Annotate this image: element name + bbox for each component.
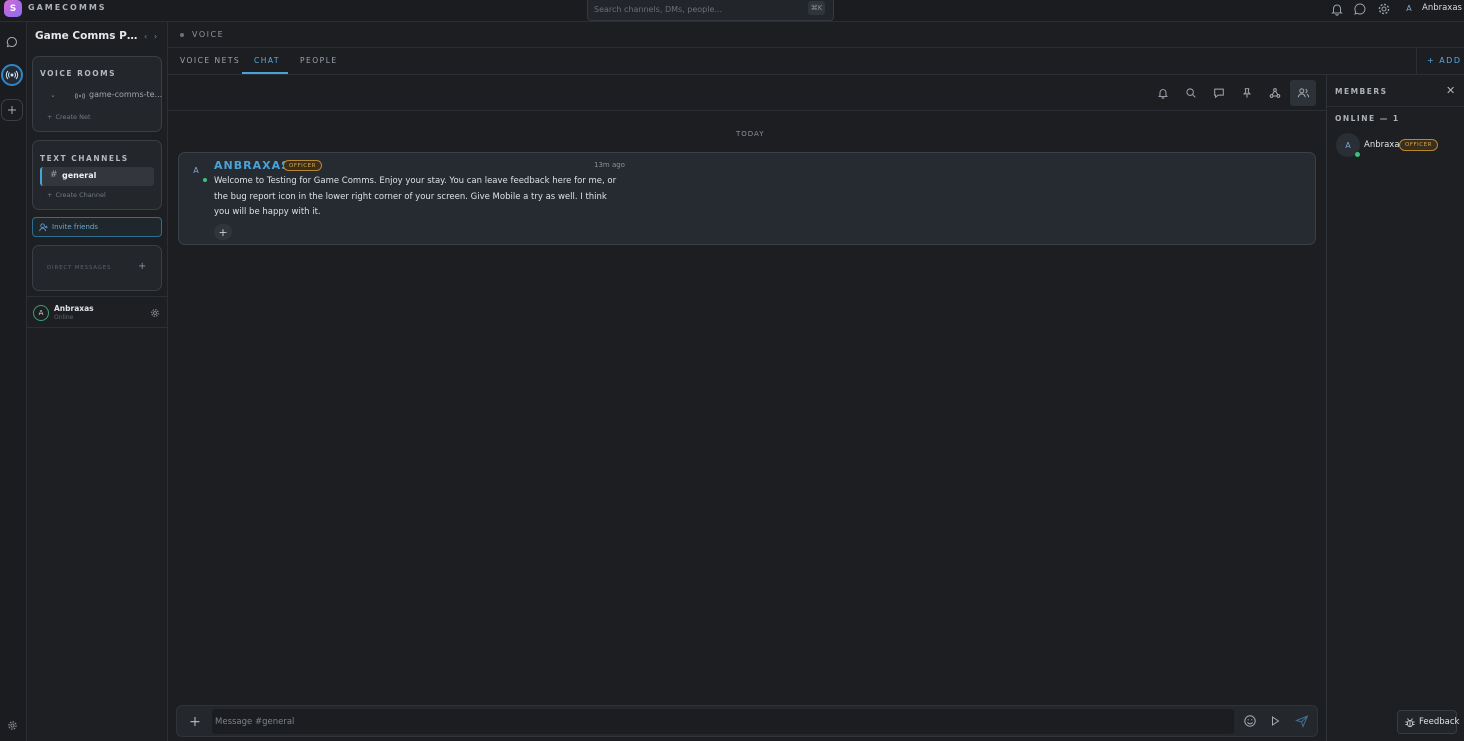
chevron-down-icon[interactable]: ⌄ <box>50 91 56 99</box>
feedback-label: Feedback <box>1419 717 1460 727</box>
app-logo[interactable]: S <box>4 0 22 17</box>
voice-rooms-panel: VOICE ROOMS ⌄ game-comms-te... + Create N… <box>32 56 162 132</box>
tab-bar: VOICE NETS CHAT PEOPLE + ADD <box>168 48 1464 75</box>
breadcrumb: VOICE <box>168 22 1464 48</box>
search-shortcut: ⌘K <box>808 1 825 15</box>
online-heading: ONLINE — 1 <box>1335 114 1400 123</box>
global-search[interactable]: ⌘K <box>587 0 834 21</box>
create-channel-button[interactable]: + Create Channel <box>47 191 106 199</box>
officer-badge: OFFICER <box>283 160 322 171</box>
message-avatar[interactable]: A <box>187 161 205 179</box>
members-panel: MEMBERS ✕ ONLINE — 1 A Anbraxas OFFICER <box>1326 75 1464 741</box>
divider <box>1327 106 1464 107</box>
chevron-left-icon[interactable]: ‹ <box>144 32 147 41</box>
rail-settings-gear-icon[interactable] <box>1 714 23 736</box>
voice-dot-icon <box>180 33 184 37</box>
channel-label: general <box>62 171 97 180</box>
date-divider: TODAY <box>736 130 765 138</box>
self-name: Anbraxas <box>54 304 94 313</box>
tab-voice-nets[interactable]: VOICE NETS <box>180 56 240 65</box>
add-dm-plus-icon[interactable]: + <box>138 261 146 272</box>
notifications-bell-icon[interactable] <box>1150 80 1176 106</box>
user-name[interactable]: Anbraxas <box>1422 3 1462 13</box>
message-author[interactable]: ANBRAXAS <box>214 159 290 172</box>
server-name[interactable]: Game Comms Public... <box>35 30 141 42</box>
user-panel: A Anbraxas Online <box>27 296 168 328</box>
add-server-icon[interactable] <box>1 99 23 121</box>
server-rail <box>0 22 27 741</box>
pin-icon[interactable] <box>1234 80 1260 106</box>
channel-item-general[interactable]: # general <box>40 167 154 186</box>
search-input[interactable] <box>594 2 794 17</box>
voice-room-item[interactable]: game-comms-te... <box>89 90 169 99</box>
user-avatar[interactable]: A <box>1402 1 1416 15</box>
message-composer: + <box>176 705 1318 737</box>
bell-icon[interactable] <box>1330 2 1344 16</box>
direct-messages-heading: DIRECT MESSAGES <box>47 265 112 271</box>
message-card: A ANBRAXAS OFFICER 13m ago Welcome to Te… <box>178 152 1316 245</box>
chevron-right-icon[interactable]: › <box>154 32 157 41</box>
emoji-icon[interactable] <box>1243 714 1257 728</box>
online-status-dot <box>203 178 207 182</box>
play-icon[interactable] <box>1268 714 1282 728</box>
message-timestamp: 13m ago <box>594 161 625 169</box>
close-icon[interactable]: ✕ <box>1446 84 1455 97</box>
tab-people[interactable]: PEOPLE <box>300 56 338 65</box>
self-status: Online <box>54 314 74 321</box>
direct-messages-icon[interactable] <box>1 31 23 53</box>
threads-icon[interactable] <box>1206 80 1232 106</box>
message-input[interactable] <box>212 709 1234 734</box>
member-officer-badge: OFFICER <box>1399 139 1438 151</box>
add-label: ADD <box>1439 56 1462 65</box>
channel-sidebar: Game Comms Public... ‹ › VOICE ROOMS ⌄ g… <box>27 22 168 741</box>
active-tab-indicator <box>242 72 288 74</box>
member-name[interactable]: Anbraxas <box>1364 140 1404 150</box>
brand-name: GAMECOMMS <box>28 3 107 12</box>
chat-bubble-icon[interactable] <box>1353 2 1367 16</box>
voice-rooms-heading: VOICE ROOMS <box>40 69 116 78</box>
message-body: Welcome to Testing for Game Comms. Enjoy… <box>214 176 617 217</box>
search-icon[interactable] <box>1178 80 1204 106</box>
top-bar: S GAMECOMMS ⌘K A Anbraxas <box>0 0 1464 22</box>
add-button[interactable]: + ADD <box>1416 48 1464 74</box>
chat-area: TODAY A ANBRAXAS OFFICER 13m ago Welcome… <box>168 75 1326 741</box>
webhook-icon[interactable] <box>1262 80 1288 106</box>
voice-net-icon <box>75 92 85 100</box>
tab-chat[interactable]: CHAT <box>254 56 280 65</box>
members-heading: MEMBERS <box>1335 87 1388 96</box>
create-channel-label: Create Channel <box>55 191 106 199</box>
server-icon-gamecomms[interactable] <box>1 64 23 86</box>
user-settings-gear-icon[interactable] <box>150 308 160 318</box>
create-net-label: Create Net <box>55 113 91 121</box>
settings-gear-icon[interactable] <box>1377 2 1391 16</box>
invite-label: Invite friends <box>52 223 98 231</box>
direct-messages-panel: DIRECT MESSAGES + <box>32 245 162 291</box>
members-toggle-icon[interactable] <box>1290 80 1316 106</box>
plus-icon: + <box>1427 56 1436 65</box>
invite-friends-button[interactable]: Invite friends <box>32 217 162 237</box>
plus-icon: + <box>47 191 53 199</box>
send-icon[interactable] <box>1295 714 1309 728</box>
add-user-icon <box>39 223 48 232</box>
attach-plus-icon[interactable]: + <box>185 712 205 732</box>
self-avatar[interactable]: A <box>33 305 49 321</box>
add-reaction-button[interactable]: + <box>214 224 232 240</box>
feedback-button[interactable]: Feedback <box>1397 710 1460 734</box>
broadcast-icon <box>5 70 19 80</box>
plus-icon: + <box>47 113 53 121</box>
bug-icon <box>1405 717 1415 728</box>
text-channels-panel: TEXT CHANNELS # general + Create Channel <box>32 140 162 210</box>
breadcrumb-label[interactable]: VOICE <box>192 30 224 39</box>
chat-toolbar <box>168 75 1326 111</box>
hash-icon: # <box>50 170 58 180</box>
member-online-dot <box>1355 152 1360 157</box>
text-channels-heading: TEXT CHANNELS <box>40 154 129 163</box>
create-net-button[interactable]: + Create Net <box>47 113 91 121</box>
